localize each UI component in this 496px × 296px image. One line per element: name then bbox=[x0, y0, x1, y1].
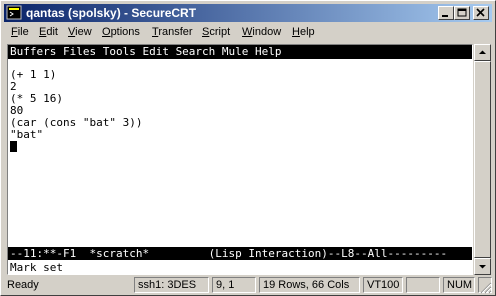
arrow-down-icon bbox=[479, 265, 486, 269]
status-cipher: ssh1: 3DES bbox=[134, 277, 209, 293]
menu-script[interactable]: Script bbox=[202, 26, 230, 38]
menu-help[interactable]: Help bbox=[292, 26, 315, 38]
minimize-icon bbox=[442, 15, 448, 17]
status-ready: Ready bbox=[7, 279, 39, 291]
title-bar[interactable]: qantas (spolsky) - SecureCRT bbox=[4, 4, 492, 22]
close-icon bbox=[476, 8, 485, 17]
maximize-icon bbox=[457, 8, 467, 17]
menu-file[interactable]: File bbox=[11, 26, 29, 38]
scroll-up-button[interactable] bbox=[474, 44, 491, 61]
vertical-scrollbar[interactable] bbox=[474, 44, 491, 275]
window-title: qantas (spolsky) - SecureCRT bbox=[26, 6, 197, 20]
arrow-up-icon bbox=[479, 50, 486, 54]
status-emulation: VT100 bbox=[363, 277, 403, 293]
status-screen-size: 19 Rows, 66 Cols bbox=[259, 277, 360, 293]
buffer-line: "bat" bbox=[10, 128, 44, 141]
status-numlock: NUM bbox=[443, 277, 475, 293]
status-bar: Ready ssh1: 3DES 9, 1 19 Rows, 66 Cols V… bbox=[4, 276, 492, 294]
scroll-thumb[interactable] bbox=[474, 61, 491, 258]
menu-view[interactable]: View bbox=[68, 26, 92, 38]
status-spacer bbox=[406, 277, 440, 293]
emacs-minibuffer: Mark set bbox=[10, 261, 63, 274]
menu-edit[interactable]: Edit bbox=[39, 26, 58, 38]
buffer-line: (+ 1 1) bbox=[10, 68, 57, 81]
securecrt-window: qantas (spolsky) - SecureCRT File Edit V… bbox=[0, 0, 496, 296]
text-cursor bbox=[10, 141, 17, 152]
menu-window[interactable]: Window bbox=[242, 26, 281, 38]
menu-transfer[interactable]: Transfer bbox=[152, 26, 193, 38]
maximize-button[interactable] bbox=[454, 6, 470, 20]
menu-bar: File Edit View Options Transfer Script W… bbox=[4, 23, 492, 42]
resize-grip-icon[interactable] bbox=[480, 282, 492, 294]
menu-options[interactable]: Options bbox=[102, 26, 140, 38]
terminal-screen[interactable]: Buffers Files Tools Edit Search Mule Hel… bbox=[7, 44, 473, 275]
close-button[interactable] bbox=[473, 6, 489, 20]
status-cursor-position: 9, 1 bbox=[212, 277, 256, 293]
scroll-down-button[interactable] bbox=[474, 258, 491, 275]
minimize-button[interactable] bbox=[438, 6, 454, 20]
emacs-menu-bar[interactable]: Buffers Files Tools Edit Search Mule Hel… bbox=[8, 45, 472, 59]
terminal-icon bbox=[6, 5, 22, 21]
emacs-mode-line: --11:**-F1 *scratch* (Lisp Interaction)-… bbox=[8, 247, 472, 260]
